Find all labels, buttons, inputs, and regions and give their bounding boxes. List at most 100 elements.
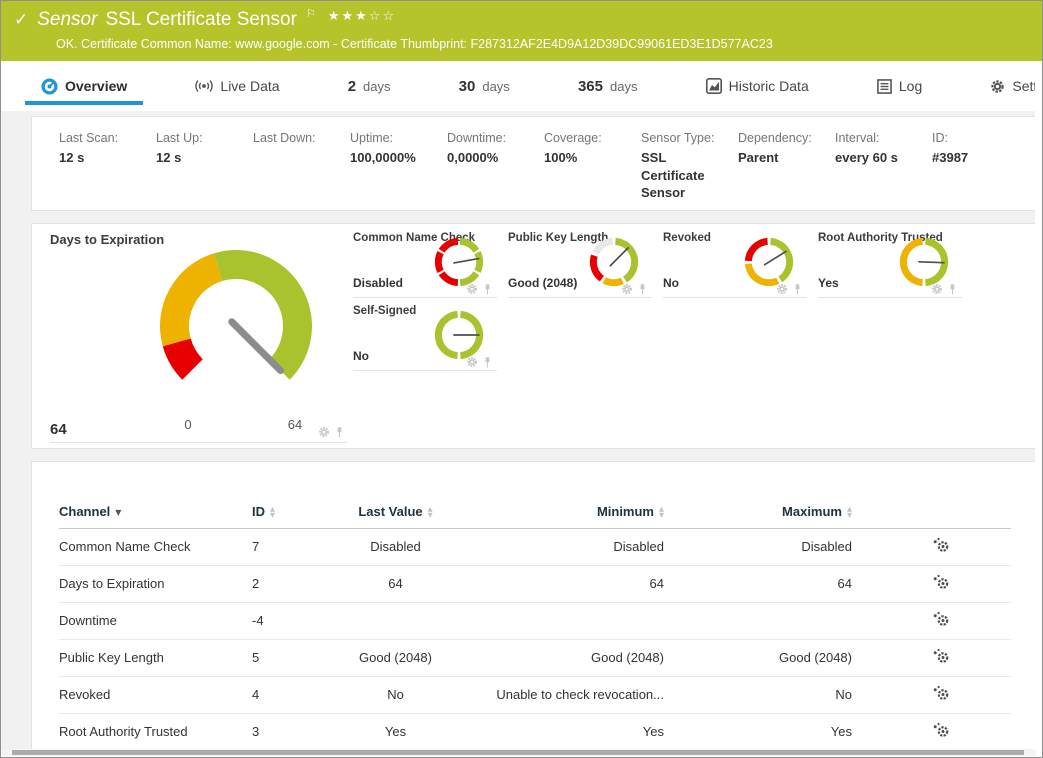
big-gauge-dial-holder bbox=[146, 244, 326, 394]
channel-id: 2 bbox=[252, 566, 347, 603]
info-label: Interval: bbox=[835, 131, 932, 145]
channel-name[interactable]: Root Authority Trusted bbox=[59, 714, 252, 751]
flag-icon[interactable]: ⚐ bbox=[306, 7, 316, 20]
info-label: Downtime: bbox=[447, 131, 544, 145]
gauge-dial bbox=[588, 236, 640, 288]
channel-row-root-authority-trusted: Root Authority Trusted3YesYesYes bbox=[59, 714, 1011, 751]
column-header-maximum[interactable]: Maximum ▲▼ bbox=[664, 504, 852, 529]
info-last-up: Last Up: 12 s bbox=[156, 131, 253, 202]
column-label: Channel bbox=[59, 504, 110, 519]
column-header-minimum[interactable]: Minimum▲▼ bbox=[444, 504, 664, 529]
gear-icon[interactable] bbox=[318, 426, 330, 438]
gauge-actions bbox=[776, 283, 803, 295]
pin-icon[interactable] bbox=[482, 284, 493, 295]
gauge-revoked: RevokedNo bbox=[663, 232, 807, 298]
channel-settings-icon[interactable] bbox=[932, 615, 950, 630]
channel-minimum: Unable to check revocation... bbox=[444, 677, 664, 714]
sort-desc-icon: ▼ bbox=[115, 508, 121, 517]
channel-name[interactable]: Downtime bbox=[59, 603, 252, 640]
tab-number: 30 bbox=[459, 78, 476, 95]
gear-icon[interactable] bbox=[621, 283, 633, 295]
tab-log[interactable]: Log bbox=[861, 61, 938, 111]
gauges-panel: Days to Expiration 64 0 64 Common Name C… bbox=[31, 223, 1036, 449]
column-header-id[interactable]: ID▲▼ bbox=[252, 504, 347, 529]
gauge-value: No bbox=[353, 349, 369, 363]
channel-last-value bbox=[347, 603, 444, 640]
gauge-public-key-length: Public Key LengthGood (2048) bbox=[508, 232, 652, 298]
channel-minimum bbox=[444, 603, 664, 640]
sensor-info-panel: Last Scan:12 sLast Up: 12 s Last Down:Upti… bbox=[31, 116, 1036, 211]
info-downtime: Downtime:0,0000% bbox=[447, 131, 544, 202]
tab-label: days bbox=[363, 79, 390, 94]
column-label: Maximum bbox=[782, 504, 842, 519]
channel-row-days-to-expiration: Days to Expiration2646464 bbox=[59, 566, 1011, 603]
channel-id: 7 bbox=[252, 529, 347, 566]
pin-icon[interactable] bbox=[637, 284, 648, 295]
gauge-value: No bbox=[663, 276, 679, 290]
gauge-value: Yes bbox=[818, 276, 839, 290]
channel-name[interactable]: Days to Expiration bbox=[59, 566, 252, 603]
channel-last-value: Yes bbox=[347, 714, 444, 751]
gauge-actions bbox=[621, 283, 648, 295]
channel-settings-icon[interactable] bbox=[932, 541, 950, 556]
gear-icon[interactable] bbox=[466, 283, 478, 295]
tab-settings[interactable]: Settings bbox=[974, 61, 1037, 111]
pin-icon[interactable] bbox=[792, 284, 803, 295]
info-value: 12 s bbox=[156, 149, 230, 167]
column-header-settings bbox=[852, 504, 1011, 529]
info-value: every 60 s bbox=[835, 149, 909, 167]
channel-minimum: 64 bbox=[444, 566, 664, 603]
gauge-scale-min: 0 bbox=[178, 417, 198, 432]
channel-name[interactable]: Public Key Length bbox=[59, 640, 252, 677]
status-message: OK. Certificate Common Name: www.google.… bbox=[14, 31, 1042, 51]
channel-name[interactable]: Common Name Check bbox=[59, 529, 252, 566]
tab-live-data[interactable]: Live Data bbox=[179, 61, 295, 111]
gauge-value: Good (2048) bbox=[508, 276, 577, 290]
column-header-last-value[interactable]: Last Value▲▼ bbox=[347, 504, 444, 529]
tab-30-days[interactable]: 30days bbox=[443, 61, 526, 111]
horizontal-scrollbar-thumb[interactable] bbox=[12, 750, 1024, 755]
content-area: OverviewLive Data2days30days365daysHisto… bbox=[1, 61, 1037, 751]
info-label: Last Up: bbox=[156, 131, 253, 145]
tab-365-days[interactable]: 365days bbox=[562, 61, 654, 111]
info-value: SSL Certificate Sensor bbox=[641, 149, 715, 202]
column-header-channel[interactable]: Channel ▼ bbox=[59, 504, 252, 529]
gauge-dial bbox=[146, 244, 326, 394]
channel-id: -4 bbox=[252, 603, 347, 640]
gauge-root-authority-trusted: Root Authority TrustedYes bbox=[818, 232, 962, 298]
table-header-row: Channel▼ID▲▼Last Value▲▼Minimum▲▼Maximum… bbox=[59, 504, 1011, 529]
info-last-scan: Last Scan:12 s bbox=[59, 131, 156, 202]
channels-panel: Channel▼ID▲▼Last Value▲▼Minimum▲▼Maximum… bbox=[31, 461, 1036, 751]
channel-id: 4 bbox=[252, 677, 347, 714]
horizontal-scrollbar-track[interactable] bbox=[2, 749, 1036, 756]
sort-icon: ▲▼ bbox=[847, 507, 852, 518]
gear-icon bbox=[990, 79, 1005, 94]
star-rating[interactable]: ★★★☆☆ bbox=[328, 9, 396, 24]
info-label: Dependency: bbox=[738, 131, 835, 145]
pin-icon[interactable] bbox=[947, 284, 958, 295]
pin-icon[interactable] bbox=[482, 357, 493, 368]
channel-settings-icon[interactable] bbox=[932, 652, 950, 667]
info-label: Last Scan: bbox=[59, 131, 156, 145]
tab-historic-data[interactable]: Historic Data bbox=[690, 61, 825, 111]
vertical-scrollbar-track[interactable] bbox=[1035, 61, 1042, 751]
gauge-actions bbox=[318, 426, 345, 438]
info-uptime: Uptime:100,0000% bbox=[350, 131, 447, 202]
channel-settings-icon[interactable] bbox=[932, 689, 950, 704]
channel-id: 3 bbox=[252, 714, 347, 751]
channel-settings-icon[interactable] bbox=[932, 726, 950, 741]
tab-number: 365 bbox=[578, 78, 603, 95]
tab-2-days[interactable]: 2days bbox=[332, 61, 407, 111]
gear-icon[interactable] bbox=[931, 283, 943, 295]
pin-icon[interactable] bbox=[334, 427, 345, 438]
info-value: Parent bbox=[738, 149, 812, 167]
tab-bar: OverviewLive Data2days30days365daysHisto… bbox=[1, 61, 1037, 111]
tab-overview[interactable]: Overview bbox=[25, 61, 143, 111]
info-last-down: Last Down: bbox=[253, 131, 350, 202]
channel-settings-cell bbox=[852, 566, 1011, 603]
gear-icon[interactable] bbox=[776, 283, 788, 295]
channel-settings-icon[interactable] bbox=[932, 578, 950, 593]
gear-icon[interactable] bbox=[466, 356, 478, 368]
channel-name[interactable]: Revoked bbox=[59, 677, 252, 714]
gauge-scale-max: 64 bbox=[282, 417, 308, 432]
